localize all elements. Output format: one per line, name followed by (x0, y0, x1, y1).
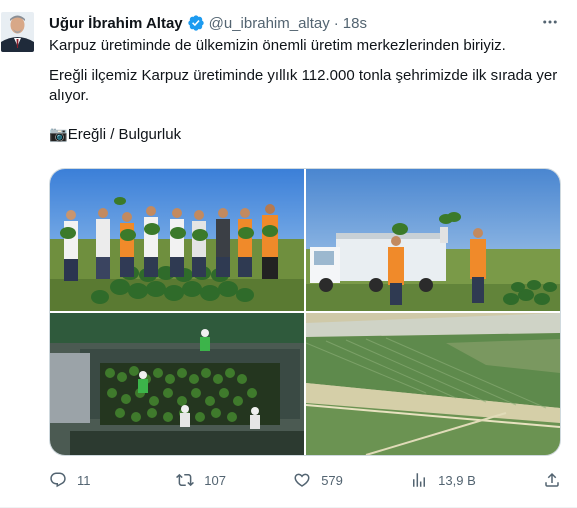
photo-1[interactable] (50, 169, 304, 311)
separator-dot: · (333, 14, 339, 32)
camera-icon: 📷 (49, 126, 68, 143)
share-icon (545, 472, 559, 487)
tweet-paragraph-1: Karpuz üretiminde de ülkemizin önemli ür… (49, 37, 506, 54)
reply-count: 11 (77, 472, 91, 488)
author-handle[interactable]: @u_ibrahim_altay (209, 15, 330, 32)
tweet-paragraph-3: 📷Ereğli / Bulgurluk (49, 125, 561, 145)
tweet[interactable]: Uğur İbrahim Altay @u_ibrahim_altay · 18… (0, 0, 577, 508)
views-button[interactable]: 13,9 B (410, 471, 476, 489)
action-bar: 11 107 579 13,9 B (49, 466, 561, 494)
author-name[interactable]: Uğur İbrahim Altay (49, 15, 183, 32)
share-button[interactable] (543, 471, 561, 489)
views-icon (413, 473, 426, 487)
more-icon[interactable] (540, 12, 560, 32)
tweet-paragraph-2: Ereğli ilçemiz Karpuz üretiminde yıllık … (49, 67, 562, 104)
location-text: Ereğli / Bulgurluk (67, 126, 182, 143)
retweet-count: 107 (204, 472, 226, 488)
tweet-text: Karpuz üretiminde de ülkemizin önemli ür… (49, 36, 561, 145)
reply-icon (50, 472, 66, 488)
like-icon (294, 473, 310, 487)
verified-badge-icon (187, 14, 205, 32)
reply-button[interactable]: 11 (49, 471, 109, 489)
avatar[interactable] (1, 12, 34, 52)
like-button[interactable]: 579 (293, 471, 343, 489)
media-grid (49, 168, 561, 456)
photo-2[interactable] (306, 169, 560, 311)
photo-4[interactable] (306, 313, 560, 455)
photo-3[interactable] (50, 313, 304, 455)
retweet-button[interactable]: 107 (176, 471, 226, 489)
views-count: 13,9 B (438, 472, 476, 488)
retweet-icon (176, 473, 195, 487)
timestamp[interactable]: 18s (343, 15, 367, 32)
tweet-header: Uğur İbrahim Altay @u_ibrahim_altay · 18… (49, 12, 367, 34)
like-count: 579 (321, 472, 343, 488)
